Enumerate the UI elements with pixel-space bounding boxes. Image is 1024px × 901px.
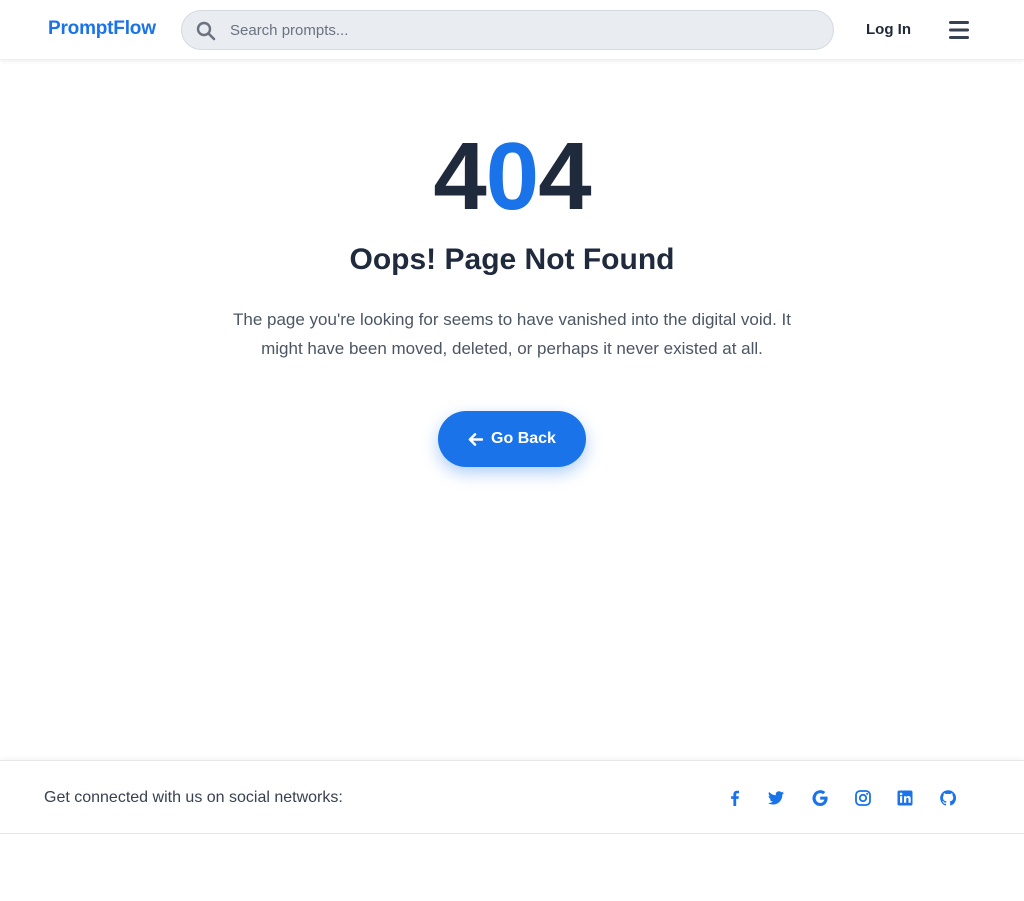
go-back-label: Go Back [491, 430, 556, 447]
login-link[interactable]: Log In [866, 21, 911, 38]
error-code: 404 [0, 122, 1024, 232]
search-bar[interactable] [181, 10, 834, 50]
facebook-icon[interactable] [726, 789, 744, 807]
footer: Get connected with us on social networks… [0, 760, 1024, 834]
linkedin-icon[interactable] [896, 789, 914, 807]
brand-logo[interactable]: PromptFlow [48, 18, 156, 40]
hamburger-menu-icon[interactable] [949, 21, 969, 39]
top-navbar: PromptFlow Log In [0, 0, 1024, 60]
github-icon[interactable] [939, 789, 957, 807]
page-title: Oops! Page Not Found [349, 243, 675, 276]
footer-social-text: Get connected with us on social networks… [44, 789, 343, 806]
error-code-digit-accent: 0 [485, 123, 539, 230]
google-icon[interactable] [811, 789, 829, 807]
search-input[interactable] [230, 11, 820, 49]
arrow-left-icon [468, 432, 484, 446]
twitter-icon[interactable] [767, 789, 785, 807]
instagram-icon[interactable] [854, 789, 872, 807]
search-icon [196, 21, 216, 41]
error-code-digit: 4 [433, 123, 486, 230]
go-back-button[interactable]: Go Back [438, 411, 586, 467]
error-code-digit: 4 [538, 123, 591, 230]
error-description: The page you're looking for seems to hav… [233, 310, 791, 358]
